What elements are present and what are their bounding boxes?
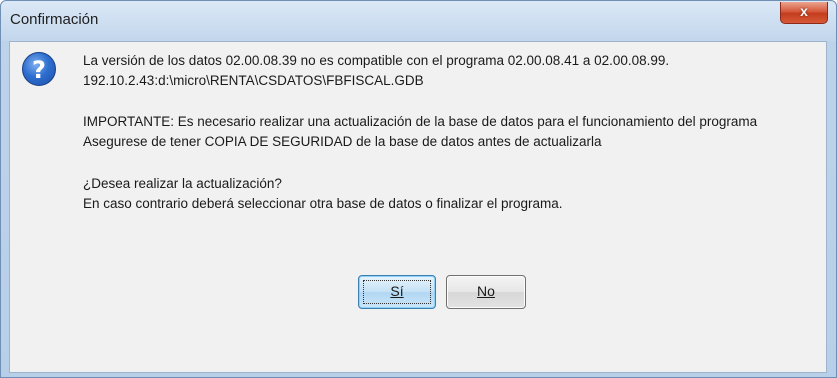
message-line-alternative: En caso contrario deberá seleccionar otr… — [83, 196, 563, 211]
question-icon: ? — [22, 52, 56, 86]
message-line-important: IMPORTANTE: Es necesario realizar una ac… — [83, 114, 758, 129]
no-button-label: No — [477, 283, 495, 299]
close-button[interactable]: x — [780, 2, 828, 24]
message-line-backup: Asegurese de tener COPIA DE SEGURIDAD de… — [83, 134, 602, 149]
dialog-window: Confirmación x ? La versión de los datos… — [0, 0, 837, 378]
yes-button[interactable]: Sí — [358, 275, 436, 309]
dialog-title: Confirmación — [10, 11, 99, 28]
close-icon: x — [800, 3, 808, 19]
message-line-question: ¿Desea realizar la actualización? — [83, 176, 282, 191]
no-button[interactable]: No — [446, 275, 526, 309]
question-icon-glyph: ? — [32, 56, 46, 84]
title-bar[interactable]: Confirmación x — [1, 1, 836, 41]
focus-indicator — [363, 280, 431, 304]
message-line-path: 192.10.2.43:d:\micro\RENTA\CSDATOS\FBFIS… — [83, 73, 424, 88]
message-line-version: La versión de los datos 02.00.08.39 no e… — [83, 53, 670, 68]
